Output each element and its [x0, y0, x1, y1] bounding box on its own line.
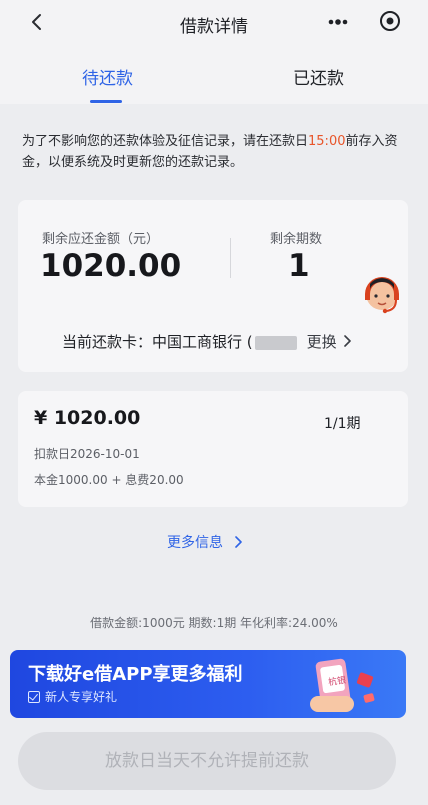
banner-title: 下载好e借APP享更多福利 [28, 664, 243, 685]
chevron-right-icon [343, 335, 351, 347]
top-bar: 借款详情 [0, 0, 428, 46]
more-info-link[interactable]: 更多信息 [167, 532, 243, 552]
bill-period: 1/1期 [324, 416, 361, 432]
notice-text-before: 为了不影响您的还款体验及征信记录，请在还款日 [22, 134, 309, 149]
more-dots-icon[interactable] [325, 12, 351, 32]
remaining-periods-value: 1 [288, 248, 310, 284]
bill-item-card[interactable]: ¥ 1020.00 1/1期 扣款日2026-10-01 本金1000.00 +… [18, 391, 408, 507]
repayment-card-row[interactable]: 当前还款卡：中国工商银行 ( 更换 [62, 331, 352, 352]
active-tab-indicator [90, 100, 122, 103]
masked-card-number [254, 335, 297, 350]
more-info-label: 更多信息 [167, 535, 223, 551]
target-circle-icon[interactable] [378, 9, 402, 33]
repayment-notice: 为了不影响您的还款体验及征信记录，请在还款日15:00前存入资金，以便系统及时更… [22, 131, 412, 173]
repayment-card-label: 当前还款卡：中国工商银行 ( [62, 333, 253, 351]
banner-subtitle-row: 新人专享好礼 [28, 688, 117, 705]
phone-screen-text: 杭银 [327, 675, 347, 689]
notice-deadline-time: 15:00 [308, 134, 346, 149]
checkbox-icon [28, 691, 40, 703]
remaining-periods-label: 剩余期数 [270, 232, 323, 247]
bill-breakdown: 本金1000.00 + 息费20.00 [34, 473, 184, 487]
app-download-banner[interactable]: 下载好e借APP享更多福利 新人专享好礼 杭银 [10, 650, 406, 718]
tab-bar: 待还款 已还款 [0, 46, 428, 104]
tab-pending[interactable]: 待还款 [82, 64, 133, 89]
page-title: 借款详情 [180, 17, 248, 37]
change-card-link[interactable]: 更换 [307, 333, 337, 351]
remaining-amount-value: 1020.00 [40, 248, 182, 284]
prepay-button[interactable]: 放款日当天不允许提前还款 [18, 732, 396, 790]
remaining-amount-label: 剩余应还金额（元） [42, 232, 160, 247]
loan-summary: 借款金额:1000元 期数:1期 年化利率:24.00% [90, 616, 338, 630]
summary-divider [230, 238, 231, 278]
phone-gift-icon [310, 658, 375, 712]
banner-subtitle: 新人专享好礼 [45, 690, 118, 704]
customer-service-icon[interactable] [356, 270, 408, 326]
bill-deduct-date: 扣款日2026-10-01 [34, 447, 140, 461]
chevron-right-icon [235, 536, 243, 548]
repayment-summary-card: 剩余应还金额（元） 1020.00 剩余期数 1 当前还款卡：中国工商银行 ( 更… [18, 200, 408, 372]
bill-amount: ¥ 1020.00 [34, 407, 141, 429]
tab-repaid[interactable]: 已还款 [293, 64, 344, 89]
